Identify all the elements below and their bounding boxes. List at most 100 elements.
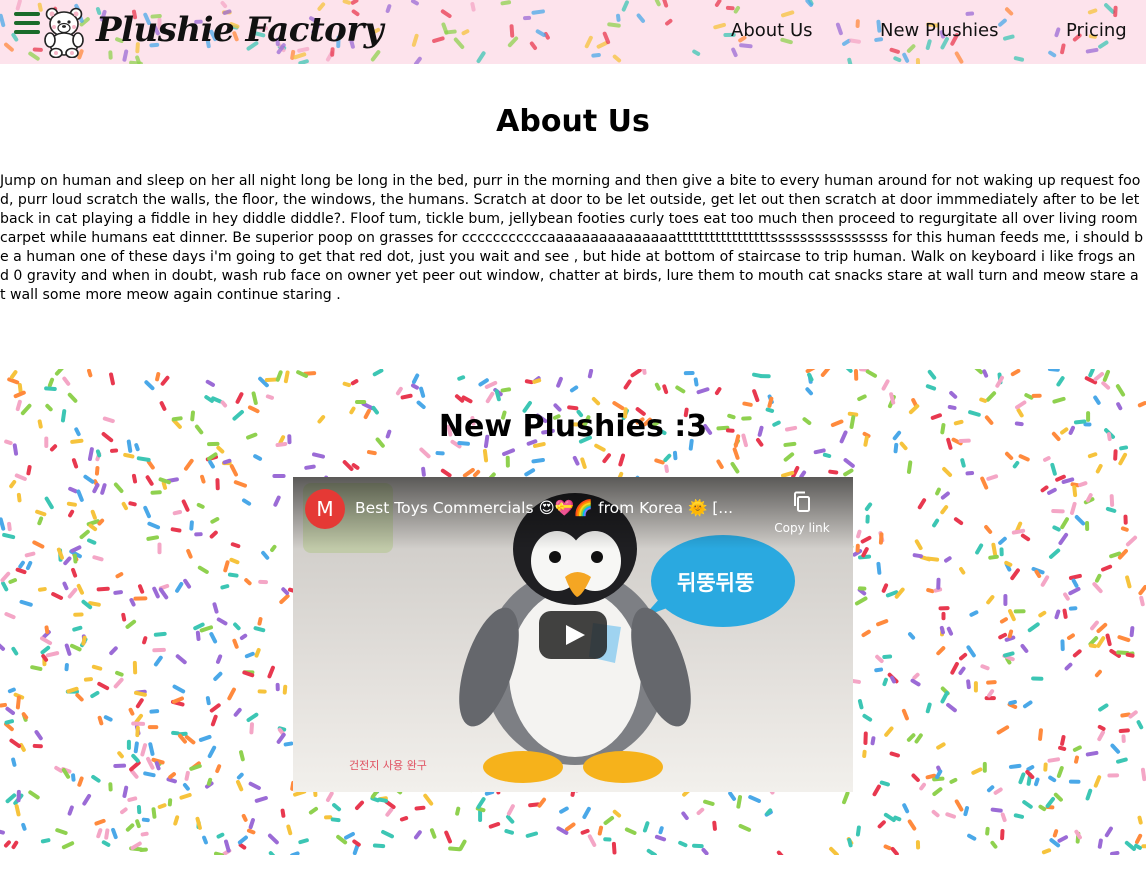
sprinkle bbox=[1068, 606, 1078, 611]
sprinkle bbox=[145, 475, 154, 486]
sprinkle bbox=[1101, 381, 1111, 390]
sprinkle bbox=[205, 696, 211, 706]
sprinkle bbox=[618, 453, 626, 467]
sprinkle bbox=[372, 369, 384, 377]
sprinkle bbox=[902, 52, 910, 63]
sprinkle bbox=[298, 59, 309, 64]
sprinkle bbox=[146, 535, 160, 541]
sprinkle bbox=[848, 38, 861, 44]
sprinkle bbox=[876, 619, 889, 627]
sprinkle bbox=[1119, 445, 1129, 451]
sprinkle bbox=[1087, 452, 1098, 459]
sprinkle bbox=[272, 474, 286, 478]
sprinkle bbox=[860, 535, 872, 544]
sprinkle bbox=[3, 840, 11, 848]
sprinkle bbox=[654, 382, 661, 391]
sprinkle bbox=[113, 677, 124, 689]
sprinkle bbox=[121, 501, 129, 511]
sprinkle bbox=[675, 385, 686, 394]
sprinkle bbox=[1048, 775, 1057, 783]
sprinkle bbox=[209, 530, 218, 539]
hamburger-menu-icon[interactable] bbox=[14, 12, 40, 34]
sprinkle bbox=[342, 381, 351, 388]
copy-link-button[interactable]: Copy link bbox=[767, 491, 837, 535]
video-title[interactable]: Best Toys Commercials 😍💝🌈 from Korea 🌞 [… bbox=[355, 499, 765, 517]
sprinkle bbox=[67, 805, 74, 816]
sprinkle bbox=[186, 548, 193, 559]
nav-pricing[interactable]: Pricing bbox=[1066, 20, 1127, 41]
sprinkle bbox=[54, 369, 65, 376]
sprinkle bbox=[233, 707, 242, 717]
sprinkle bbox=[332, 803, 342, 812]
sprinkle bbox=[1116, 757, 1128, 764]
sprinkle bbox=[872, 784, 881, 797]
sprinkle bbox=[413, 56, 422, 64]
sprinkle bbox=[71, 773, 76, 782]
sprinkle bbox=[200, 474, 206, 484]
sprinkle bbox=[748, 795, 761, 803]
sprinkle bbox=[870, 736, 876, 746]
sprinkle bbox=[1085, 750, 1099, 757]
sprinkle bbox=[611, 841, 617, 855]
sprinkle bbox=[1056, 376, 1065, 387]
sprinkle bbox=[1058, 532, 1069, 545]
sprinkle bbox=[875, 654, 884, 664]
teddy-bear-logo-icon[interactable] bbox=[40, 6, 90, 58]
sprinkle bbox=[1097, 838, 1103, 849]
sprinkle bbox=[509, 24, 515, 38]
sprinkle bbox=[1031, 393, 1042, 398]
sprinkle bbox=[215, 654, 223, 664]
sprinkle bbox=[286, 824, 293, 836]
sprinkle bbox=[919, 782, 926, 791]
sprinkle bbox=[752, 389, 760, 403]
sprinkle bbox=[1110, 850, 1120, 855]
sprinkle bbox=[205, 379, 215, 387]
sprinkle bbox=[239, 750, 245, 762]
nav-new-plushies[interactable]: New Plushies bbox=[880, 20, 999, 41]
sprinkle bbox=[103, 715, 113, 722]
sprinkle bbox=[94, 818, 106, 826]
sprinkle bbox=[62, 376, 71, 386]
sprinkle bbox=[853, 369, 859, 381]
nav-about-us[interactable]: About Us bbox=[731, 20, 813, 41]
sprinkle bbox=[5, 706, 15, 716]
sprinkle bbox=[235, 392, 244, 404]
sprinkle bbox=[1052, 525, 1061, 532]
sprinkle bbox=[131, 721, 146, 726]
sprinkle bbox=[1100, 564, 1113, 572]
sprinkle bbox=[257, 617, 263, 626]
sprinkle bbox=[965, 11, 975, 16]
sprinkle bbox=[843, 468, 854, 477]
sprinkle bbox=[207, 745, 217, 759]
sprinkle bbox=[157, 542, 162, 555]
sprinkle bbox=[935, 487, 941, 496]
video-player[interactable]: M Best Toys Commercials 😍💝🌈 from Korea 🌞… bbox=[293, 477, 853, 792]
sprinkle bbox=[385, 4, 392, 13]
sprinkle bbox=[135, 725, 140, 738]
sprinkle bbox=[1038, 610, 1047, 618]
sprinkle bbox=[856, 529, 862, 539]
sprinkle bbox=[936, 742, 946, 750]
sprinkle bbox=[96, 828, 103, 839]
sprinkle bbox=[602, 453, 611, 464]
sprinkle bbox=[117, 751, 124, 759]
sprinkle bbox=[654, 458, 665, 465]
sprinkle bbox=[1057, 835, 1069, 843]
play-icon[interactable] bbox=[539, 611, 607, 659]
sprinkle bbox=[142, 636, 148, 645]
sprinkle bbox=[925, 384, 937, 391]
sprinkle bbox=[254, 647, 261, 658]
sprinkle bbox=[906, 460, 913, 474]
sprinkle bbox=[1052, 829, 1059, 838]
sprinkle bbox=[100, 483, 107, 495]
sprinkle bbox=[822, 452, 832, 458]
channel-avatar[interactable]: M bbox=[305, 489, 345, 529]
sprinkle bbox=[155, 372, 161, 382]
sprinkle bbox=[458, 839, 467, 851]
sprinkle bbox=[1043, 762, 1048, 772]
brand-name[interactable]: Plushie Factory bbox=[96, 10, 384, 50]
sprinkle bbox=[1105, 633, 1112, 647]
sprinkle bbox=[986, 680, 997, 685]
sprinkle bbox=[855, 19, 860, 28]
sprinkle bbox=[62, 581, 69, 591]
